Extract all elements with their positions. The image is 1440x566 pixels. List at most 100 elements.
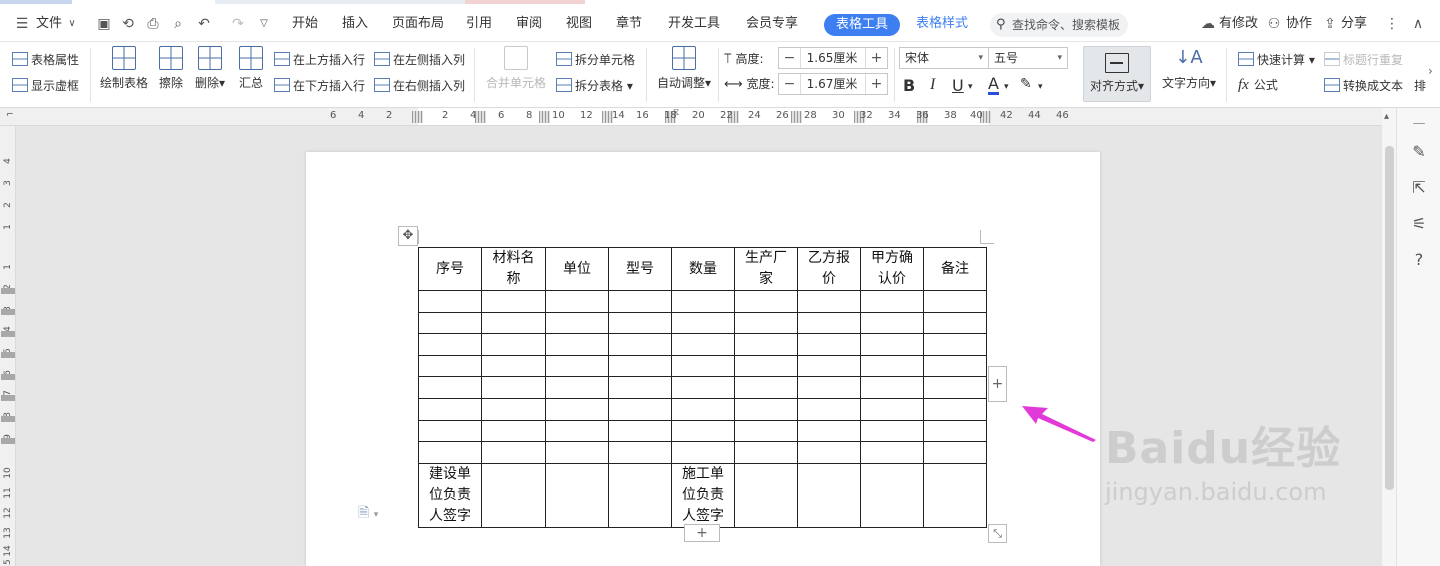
tab-insert[interactable]: 插入: [342, 6, 368, 42]
table-cell[interactable]: 乙方报价: [797, 247, 861, 291]
table-cell[interactable]: 单位: [545, 247, 609, 291]
chevron-down-icon[interactable]: ∨: [64, 16, 80, 32]
table-cell[interactable]: [797, 354, 861, 378]
table-cell[interactable]: 建设单位负责人签字: [418, 462, 482, 528]
underline-icon[interactable]: U: [952, 76, 964, 95]
table-cell[interactable]: [608, 333, 672, 356]
export-pdf-icon[interactable]: ⟲: [120, 16, 136, 32]
table-cell[interactable]: [481, 333, 546, 356]
has-changes-label[interactable]: 有修改: [1219, 6, 1258, 42]
table-move-handle-icon[interactable]: ✥: [398, 226, 418, 246]
table-cell[interactable]: [671, 441, 735, 464]
font-color-icon[interactable]: A: [988, 76, 999, 95]
table-cell[interactable]: [671, 333, 735, 356]
table-cell[interactable]: [608, 462, 672, 528]
tab-page-layout[interactable]: 页面布局: [392, 6, 444, 42]
table-cell[interactable]: [734, 290, 798, 313]
table-cell[interactable]: [923, 311, 987, 335]
ruler-row-marker[interactable]: [1, 416, 15, 422]
split-table-button[interactable]: 拆分表格 ▾: [556, 77, 633, 94]
table-cell[interactable]: [734, 441, 798, 464]
ruler-column-marker[interactable]: [539, 111, 550, 123]
increase-height-button[interactable]: +: [865, 48, 887, 68]
chevron-down-icon[interactable]: ▾: [1004, 82, 1009, 92]
table-cell[interactable]: [797, 376, 861, 399]
table-properties-button[interactable]: 表格属性: [12, 51, 79, 68]
table-cell[interactable]: [481, 419, 546, 443]
save-icon[interactable]: ▣: [96, 16, 112, 32]
insert-row-above-button[interactable]: 在上方插入行: [274, 51, 365, 68]
cloud-sync-icon[interactable]: ☁: [1200, 16, 1216, 32]
table-cell[interactable]: [797, 419, 861, 443]
table-cell[interactable]: 施工单位负责人签字: [671, 462, 735, 528]
table-cell[interactable]: [860, 311, 924, 335]
table-cell[interactable]: [734, 462, 798, 528]
table-cell[interactable]: [860, 354, 924, 378]
table-cell[interactable]: [734, 311, 798, 335]
share-button[interactable]: 分享: [1341, 6, 1367, 42]
tab-home[interactable]: 开始: [292, 6, 318, 42]
insert-column-left-button[interactable]: 在左侧插入列: [374, 51, 465, 68]
more-ribbon-button[interactable]: 排: [1414, 77, 1426, 94]
collaborate-icon[interactable]: ⚇: [1266, 16, 1282, 32]
bold-icon[interactable]: B: [903, 76, 915, 95]
table-cell[interactable]: [418, 397, 482, 421]
tab-chapter[interactable]: 章节: [616, 6, 642, 42]
document-table[interactable]: 序号 材料名称 单位 型号 数量 生产厂家 乙方报价 甲方确认价 备注 建设单位负责人签字 施工单位…: [418, 247, 987, 528]
table-cell[interactable]: [923, 419, 987, 443]
table-cell[interactable]: [671, 311, 735, 335]
table-cell[interactable]: [545, 354, 609, 378]
undo-icon[interactable]: ↶: [196, 16, 212, 32]
tab-table-tools[interactable]: 表格工具: [824, 14, 901, 36]
file-menu[interactable]: 文件: [36, 6, 62, 42]
table-cell[interactable]: [734, 419, 798, 443]
table-cell[interactable]: [797, 397, 861, 421]
indent-marker-icon[interactable]: ⧖: [673, 108, 679, 118]
split-cells-button[interactable]: 拆分单元格: [556, 51, 635, 68]
table-cell[interactable]: [481, 290, 546, 313]
table-cell[interactable]: 序号: [418, 247, 482, 291]
table-cell[interactable]: [797, 290, 861, 313]
column-width-spinner[interactable]: − 1.67厘米 +: [778, 73, 888, 95]
ruler-row-marker[interactable]: [1, 309, 15, 315]
table-resize-icon[interactable]: ⤡: [988, 524, 1007, 543]
convert-to-text-button[interactable]: 转换成文本: [1324, 77, 1403, 94]
table-cell[interactable]: [481, 311, 546, 335]
table-cell[interactable]: [860, 462, 924, 528]
table-cell[interactable]: [608, 311, 672, 335]
share-icon[interactable]: ⇪: [1322, 16, 1338, 32]
ruler-row-marker[interactable]: [1, 352, 15, 358]
ruler-row-marker[interactable]: [1, 331, 15, 337]
tab-view[interactable]: 视图: [566, 6, 592, 42]
help-icon[interactable]: ?: [1409, 250, 1429, 270]
table-cell[interactable]: [418, 441, 482, 464]
table-cell[interactable]: [923, 441, 987, 464]
row-height-spinner[interactable]: − 1.65厘米 +: [778, 47, 888, 69]
text-direction-button[interactable]: ↓A 文字方向▾: [1158, 46, 1220, 91]
table-cell[interactable]: [671, 397, 735, 421]
table-cell[interactable]: [418, 376, 482, 399]
table-cell[interactable]: [860, 397, 924, 421]
table-cell[interactable]: [481, 354, 546, 378]
font-size-select[interactable]: 五号 ▾: [988, 47, 1068, 69]
table-cell[interactable]: [860, 441, 924, 464]
tab-table-style[interactable]: 表格样式: [916, 6, 968, 42]
document-map-icon[interactable]: 🗎 ▾: [358, 502, 378, 526]
ribbon-scroll-right-icon[interactable]: ›: [1428, 64, 1433, 78]
decrease-height-button[interactable]: −: [779, 48, 801, 68]
table-cell[interactable]: [418, 333, 482, 356]
table-cell[interactable]: [545, 397, 609, 421]
table-cell[interactable]: [923, 333, 987, 356]
delete-button[interactable]: 删除▾: [192, 46, 228, 91]
table-cell[interactable]: 备注: [923, 247, 987, 291]
font-name-select[interactable]: 宋体 ▾: [899, 47, 989, 69]
table-cell[interactable]: [671, 354, 735, 378]
summary-button[interactable]: 汇总: [236, 46, 266, 91]
formula-button[interactable]: fx 公式: [1238, 76, 1278, 94]
customize-toolbar-icon[interactable]: ▽: [256, 16, 272, 32]
italic-icon[interactable]: I: [930, 76, 935, 94]
print-preview-icon[interactable]: ⌕: [170, 16, 186, 32]
command-search-input[interactable]: ⚲ 查找命令、搜索模板: [990, 13, 1128, 37]
repeat-header-button[interactable]: 标题行重复: [1324, 51, 1403, 68]
auto-fit-button[interactable]: 自动调整▾: [654, 46, 714, 91]
